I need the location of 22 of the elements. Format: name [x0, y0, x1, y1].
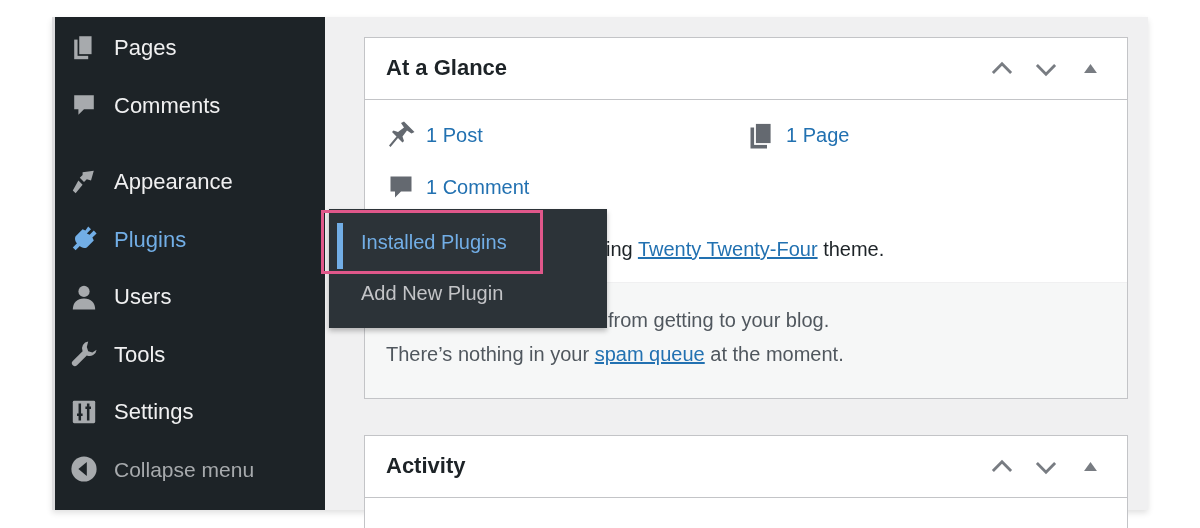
menu-item[interactable]: Comments — [55, 76, 325, 134]
pushpin-icon — [386, 120, 416, 150]
widget-title: At a Glance — [386, 55, 509, 82]
triangle-icon — [1083, 64, 1097, 73]
submenu-item[interactable]: Installed Plugins — [321, 210, 543, 274]
widget-title: Activity — [386, 453, 467, 480]
menu-item[interactable]: Pages — [55, 19, 325, 77]
stat-link[interactable]: 1 Post — [386, 120, 483, 150]
status-text: There’s nothing in your spam queue at the moment. — [386, 342, 845, 367]
menu-item[interactable]: Settings — [55, 383, 325, 441]
wrench-icon — [70, 340, 98, 369]
text-link[interactable]: spam queue — [594, 343, 705, 365]
stat-link[interactable]: 1 Page — [746, 120, 850, 150]
collapse-button[interactable]: Collapse menu — [55, 440, 261, 498]
triangle-icon — [1083, 462, 1097, 471]
submenu-item[interactable]: Add New Plugin — [329, 274, 607, 312]
text-link[interactable]: Twenty Twenty-Four — [637, 238, 818, 260]
status-text: from getting to your blog. — [607, 308, 831, 333]
menu-item[interactable]: Tools — [55, 325, 325, 383]
collapse-icon — [70, 455, 98, 484]
stat-link[interactable]: 1 Comment — [386, 172, 530, 202]
menu-item[interactable]: Appearance — [55, 153, 325, 211]
